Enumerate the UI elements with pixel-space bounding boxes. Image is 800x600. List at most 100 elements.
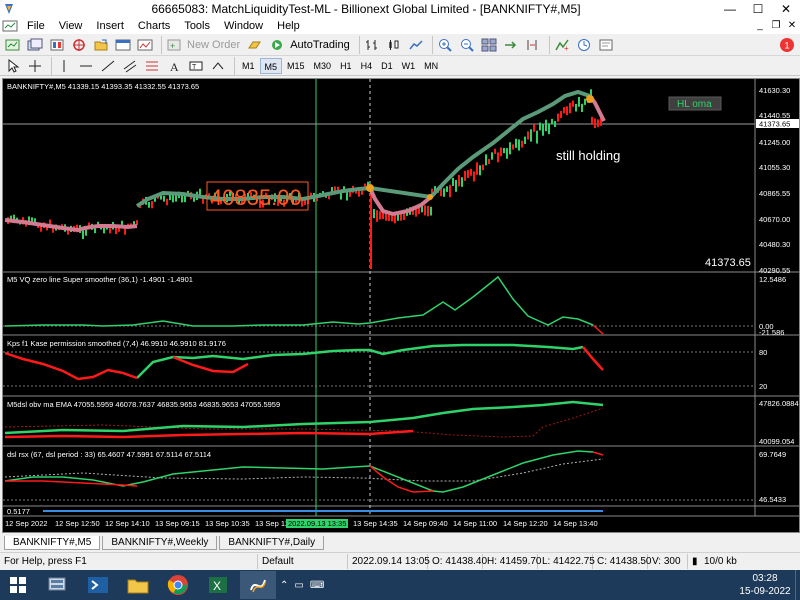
price-tick: 40480.30 [759, 240, 790, 249]
fibonacci-icon[interactable] [143, 57, 161, 75]
window-title: 66665083: MatchLiquidityTest-ML - Billio… [151, 1, 581, 16]
arrows-icon[interactable] [209, 57, 227, 75]
taskbar: X ⌃ ▭ ⌨ 03:28 15-09-2022 [0, 570, 800, 600]
svg-text:+: + [170, 41, 175, 51]
new-order-button[interactable]: New Order [187, 39, 240, 51]
indicators-icon[interactable]: + [553, 36, 571, 54]
candle [515, 138, 517, 148]
tab-banknifty-weekly[interactable]: BANKNIFTY#,Weekly [102, 536, 218, 550]
candle [597, 119, 599, 128]
text-icon[interactable]: A [165, 57, 183, 75]
indicator-1-line [4, 275, 594, 327]
price-tick: 40290.55 [759, 266, 790, 275]
horizontal-line-icon[interactable] [77, 57, 95, 75]
templates-icon[interactable] [597, 36, 615, 54]
candlestick-icon[interactable] [385, 36, 403, 54]
indicator-2-line-red [4, 351, 138, 381]
menu-insert[interactable]: Insert [89, 20, 131, 32]
menu-view[interactable]: View [52, 20, 90, 32]
candle [151, 201, 153, 209]
strategy-tester-icon[interactable] [136, 36, 154, 54]
notifications-icon[interactable]: 1 [778, 36, 796, 54]
chrome-icon[interactable] [160, 571, 196, 599]
timeframe-m30[interactable]: M30 [310, 58, 336, 74]
time-tick: 14 Sep 09:40 [403, 519, 448, 528]
candle [370, 194, 372, 269]
line-chart-icon[interactable] [407, 36, 425, 54]
candle [594, 118, 596, 129]
market-watch-icon[interactable] [48, 36, 66, 54]
mdi-restore-button[interactable]: ❐ [768, 20, 784, 31]
mdi-minimize-button[interactable]: _ [752, 20, 768, 31]
vertical-line-icon[interactable] [55, 57, 73, 75]
candle [533, 124, 535, 132]
bar-chart-icon[interactable] [363, 36, 381, 54]
menu-help[interactable]: Help [270, 20, 307, 32]
tray-chevron-icon[interactable]: ⌃ [280, 580, 288, 591]
chart-window-icon[interactable] [2, 19, 18, 33]
label-icon[interactable]: T [187, 57, 205, 75]
chart-window[interactable]: 40835.00 HL oma still holding BANKNIFTY#… [2, 78, 800, 533]
autotrading-icon[interactable] [268, 36, 286, 54]
tab-banknifty-daily[interactable]: BANKNIFTY#,Daily [219, 536, 325, 550]
candle [518, 139, 520, 151]
zoom-in-icon[interactable] [436, 36, 454, 54]
trendline-icon[interactable] [99, 57, 117, 75]
menu-charts[interactable]: Charts [131, 20, 177, 32]
timeframe-w1[interactable]: W1 [398, 58, 420, 74]
crosshair-icon[interactable] [26, 57, 44, 75]
language-icon[interactable]: ⌨ [310, 580, 324, 591]
minimize-button[interactable]: — [716, 0, 744, 17]
terminal-icon[interactable] [114, 36, 132, 54]
tile-windows-icon[interactable] [480, 36, 498, 54]
profiles-icon[interactable] [26, 36, 44, 54]
start-button[interactable] [0, 571, 36, 599]
menu-tools[interactable]: Tools [177, 20, 217, 32]
new-order-icon[interactable]: + [165, 36, 183, 54]
data-window-icon[interactable] [70, 36, 88, 54]
new-chart-icon[interactable] [4, 36, 22, 54]
network-icon[interactable]: ▭ [294, 580, 303, 591]
restore-button[interactable]: ☐ [744, 0, 772, 17]
timeframe-mn[interactable]: MN [420, 58, 442, 74]
file-explorer-icon[interactable] [120, 571, 156, 599]
powershell-icon[interactable] [80, 571, 116, 599]
show-desktop-button[interactable] [795, 570, 800, 600]
timeframe-m5[interactable]: M5 [259, 57, 283, 74]
zoom-out-icon[interactable] [458, 36, 476, 54]
close-button[interactable]: ✕ [772, 0, 800, 17]
candle [560, 110, 562, 118]
candle [443, 188, 445, 197]
timeframe-h4[interactable]: H4 [357, 58, 377, 74]
clock[interactable]: 03:28 15-09-2022 [735, 572, 795, 598]
timeframe-m1[interactable]: M1 [238, 58, 259, 74]
svg-text:X: X [213, 579, 221, 593]
chart-canvas[interactable]: 40835.00 HL oma still holding BANKNIFTY#… [3, 79, 799, 532]
indicator-4-signal-line [4, 458, 604, 482]
timeframe-d1[interactable]: D1 [377, 58, 397, 74]
auto-scroll-icon[interactable] [502, 36, 520, 54]
candle [584, 98, 586, 105]
tab-banknifty-m5[interactable]: BANKNIFTY#,M5 [4, 536, 101, 550]
timeframe-h1[interactable]: H1 [336, 58, 356, 74]
candle [545, 119, 547, 132]
toolbar-separator [431, 35, 433, 54]
excel-icon[interactable]: X [200, 571, 236, 599]
autotrading-button[interactable]: AutoTrading [290, 39, 350, 51]
chart-shift-icon[interactable] [524, 36, 542, 54]
navigator-icon[interactable] [92, 36, 110, 54]
cursor-icon[interactable] [4, 57, 22, 75]
hl-oma-line [135, 89, 591, 208]
candle [539, 122, 541, 131]
periodicity-icon[interactable] [575, 36, 593, 54]
metaeditor-icon[interactable] [246, 36, 264, 54]
menu-file[interactable]: File [20, 20, 52, 32]
menu-window[interactable]: Window [217, 20, 270, 32]
channel-icon[interactable] [121, 57, 139, 75]
candle [488, 158, 490, 164]
timeframe-m15[interactable]: M15 [283, 58, 309, 74]
metatrader-icon[interactable] [240, 571, 276, 599]
server-manager-icon[interactable] [40, 571, 76, 599]
status-profile: Default [258, 553, 348, 569]
mdi-close-button[interactable]: ✕ [784, 20, 800, 31]
